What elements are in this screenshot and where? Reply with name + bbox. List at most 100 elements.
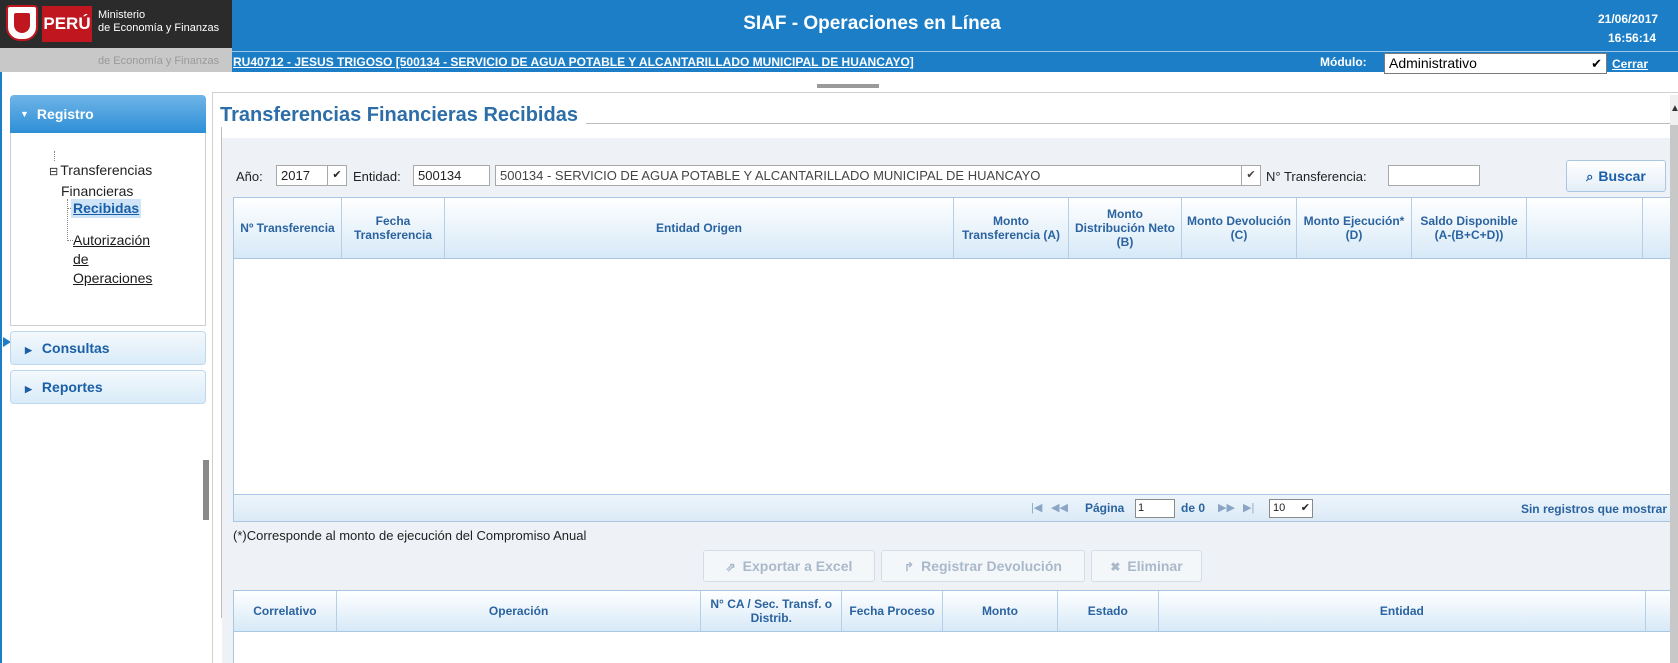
anio-select[interactable]: 2017 ✔ — [276, 165, 347, 186]
page-title: Transferencias Financieras Recibidas — [220, 104, 586, 127]
page-size-value: 10 — [1273, 502, 1286, 514]
triangle-down-icon: ▼ — [20, 109, 29, 119]
triangle-right-icon: ▶ — [25, 345, 32, 355]
triangle-right-icon: ▶ — [25, 384, 32, 394]
logo-ministry-line1: Ministerio — [98, 9, 146, 21]
page-number-input[interactable]: 1 — [1135, 499, 1175, 518]
modulo-label: Módulo: — [1320, 55, 1367, 69]
column-header[interactable]: Monto Distribución Neto (B) — [1069, 198, 1182, 258]
column-header — [1527, 198, 1643, 258]
export-excel-button[interactable]: ⇗ Exportar a Excel — [703, 550, 875, 582]
logo-peru-label: PERÚ — [42, 6, 92, 42]
sidebar-item-recibidas[interactable]: Recibidas — [71, 199, 142, 218]
page-vertical-scrollbar[interactable]: ▲ — [1670, 95, 1678, 663]
return-icon: ↱ — [904, 560, 915, 574]
accordion-registro-header[interactable]: ▼ Registro — [10, 95, 206, 133]
operaciones-grid-header: Correlativo Operación N° CA / Sec. Trans… — [233, 590, 1678, 632]
page-of-label: de 0 — [1181, 501, 1206, 515]
registrar-devolucion-button[interactable]: ↱ Registrar Devolución — [881, 550, 1085, 582]
logout-link[interactable]: Cerrar sesión — [1612, 57, 1678, 85]
column-header[interactable]: N° CA / Sec. Transf. o Distrib. — [701, 591, 843, 631]
column-header[interactable]: Operación — [337, 591, 702, 631]
column-header[interactable]: Monto — [943, 591, 1058, 631]
eliminar-button[interactable]: ✖ Eliminar — [1091, 550, 1202, 582]
entidad-select-value: 500134 - SERVICIO DE AGUA POTABLE Y ALCA… — [500, 168, 1041, 183]
grid-pager: |◀ ◀◀ Página 1 de 0 ▶▶ ▶| 10 ✔ Sin regis… — [233, 494, 1678, 522]
session-datetime: 21/06/2017 16:56:14 — [1598, 10, 1658, 48]
anio-select-value: 2017 — [281, 168, 310, 183]
entidad-code-input[interactable]: 500134 — [413, 165, 490, 186]
column-header[interactable]: Saldo Disponible (A-(B+C+D)) — [1412, 198, 1527, 258]
modulo-select[interactable]: Administrativo ✔ — [1384, 53, 1607, 74]
transferencia-input[interactable] — [1388, 165, 1480, 186]
eliminar-label: Eliminar — [1127, 558, 1183, 574]
sidebar-item-autorizacion-line2: de — [73, 251, 89, 267]
tree-collapse-icon[interactable]: ⊟ — [49, 166, 58, 178]
logo-ministry-line2: de Economía y Finanzas — [98, 22, 220, 34]
transferencias-grid-body — [233, 259, 1678, 494]
ministry-logo: PERÚ Ministerio de Economía y Finanzas d… — [0, 0, 232, 72]
column-header[interactable]: Fecha Transferencia — [342, 198, 445, 258]
next-page-icon[interactable]: ▶▶ — [1218, 501, 1235, 514]
sidebar: ▼ Registro ⊟ Transferencias Financieras Re… — [10, 95, 206, 404]
transferencia-label: N° Transferencia: — [1266, 169, 1367, 184]
app-title: SIAF - Operaciones en Línea — [743, 13, 1001, 34]
chevron-down-icon: ✔ — [1241, 166, 1260, 185]
app-header: PERÚ Ministerio de Economía y Finanzas d… — [0, 0, 1678, 85]
page-size-select[interactable]: 10 ✔ — [1269, 499, 1313, 518]
buscar-button-label: Buscar — [1598, 168, 1646, 184]
tree-node-label: Transferencias — [60, 162, 153, 178]
tree-connector — [67, 199, 68, 241]
sidebar-scrollbar[interactable] — [203, 460, 209, 520]
tree-node-transferencias[interactable]: ⊟ Transferencias Financieras — [49, 161, 152, 201]
chevron-down-icon: ✔ — [327, 166, 346, 185]
column-header[interactable]: Monto Devolución (C) — [1182, 198, 1297, 258]
chevron-down-icon: ✔ — [1300, 502, 1310, 514]
accordion-consultas-label: Consultas — [41, 340, 110, 356]
transferencias-grid-header: Nº Transferencia Fecha Transferencia Ent… — [233, 197, 1678, 259]
coat-of-arms-icon — [6, 5, 38, 41]
footnote: (*)Corresponde al monto de ejecución del… — [233, 528, 587, 543]
column-header[interactable]: Estado — [1058, 591, 1159, 631]
tree-connector — [54, 151, 55, 161]
panel-resize-handle[interactable] — [817, 84, 879, 88]
user-info-link[interactable]: RU40712 - JESUS TRIGOSO [500134 - SERVIC… — [233, 55, 914, 69]
operaciones-grid-body — [233, 632, 1678, 663]
column-header[interactable]: Monto Ejecución* (D) — [1297, 198, 1412, 258]
no-records-label: Sin registros que mostrar — [1520, 502, 1667, 516]
last-page-icon[interactable]: ▶| — [1243, 501, 1254, 514]
sidebar-item-autorizacion[interactable]: Autorización de Operaciones — [73, 231, 152, 288]
column-header[interactable]: Fecha Proceso — [842, 591, 944, 631]
sidebar-item-autorizacion-line1: Autorización — [73, 232, 151, 248]
accordion-consultas-header[interactable]: ▶ Consultas — [10, 331, 206, 365]
session-time: 16:56:14 — [1608, 31, 1657, 45]
column-header[interactable]: Nº Transferencia — [234, 198, 342, 258]
column-header[interactable]: Entidad Origen — [445, 198, 954, 258]
scrollbar-thumb[interactable] — [1670, 125, 1678, 663]
accordion-reportes-label: Reportes — [41, 379, 103, 395]
accordion-registro-body: ⊟ Transferencias Financieras Recibidas Au… — [10, 133, 206, 326]
buscar-button[interactable]: ⌕ Buscar — [1566, 160, 1666, 192]
search-icon: ⌕ — [1586, 169, 1594, 184]
first-page-icon[interactable]: |◀ — [1031, 501, 1042, 514]
close-icon: ✖ — [1110, 560, 1121, 574]
column-header[interactable]: Monto Transferencia (A) — [954, 198, 1069, 258]
chevron-down-icon: ✔ — [1591, 56, 1602, 71]
anio-label: Año: — [236, 169, 263, 184]
export-icon: ⇗ — [725, 560, 736, 574]
prev-page-icon[interactable]: ◀◀ — [1051, 501, 1068, 514]
column-header[interactable]: Correlativo — [234, 591, 337, 631]
export-excel-label: Exportar a Excel — [742, 558, 853, 574]
accordion-reportes-header[interactable]: ▶ Reportes — [10, 370, 206, 404]
page-label: Página — [1085, 501, 1125, 515]
header-divider — [232, 51, 1678, 52]
modulo-select-value: Administrativo — [1389, 55, 1477, 71]
entidad-label: Entidad: — [353, 169, 401, 184]
accordion-registro-label: Registro — [36, 106, 94, 122]
logo-ghost-text: de Economía y Finanzas — [98, 55, 220, 67]
column-header[interactable]: Entidad — [1159, 591, 1647, 631]
session-date: 21/06/2017 — [1598, 12, 1659, 26]
scroll-up-icon[interactable]: ▲ — [1670, 103, 1678, 114]
sidebar-item-autorizacion-line3: Operaciones — [73, 270, 153, 286]
entidad-select[interactable]: 500134 - SERVICIO DE AGUA POTABLE Y ALCA… — [495, 165, 1261, 186]
